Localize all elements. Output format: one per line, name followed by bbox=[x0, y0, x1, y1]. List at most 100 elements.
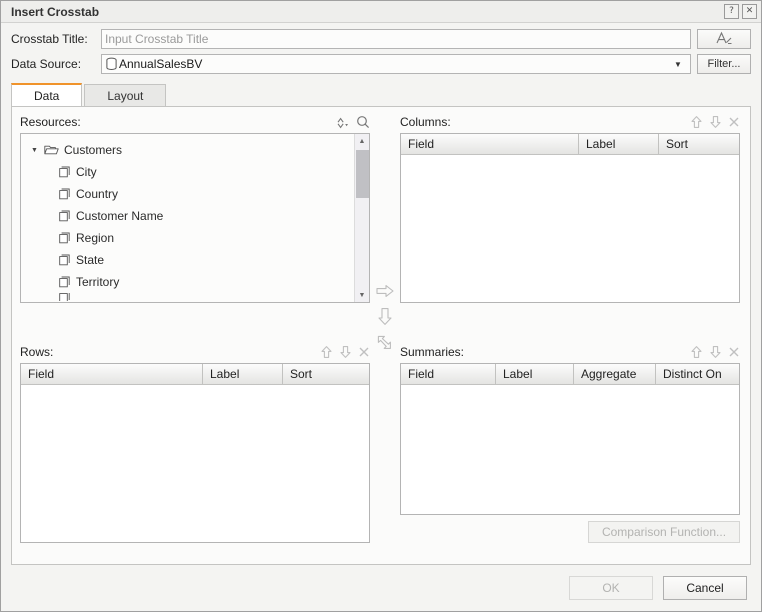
data-source-select[interactable]: AnnualSalesBV ▼ bbox=[101, 54, 691, 74]
rows-table-header: Field Label Sort bbox=[21, 364, 369, 385]
search-icon[interactable] bbox=[356, 115, 370, 129]
summaries-table-body[interactable] bbox=[401, 385, 739, 514]
form-area: Crosstab Title: Input Crosstab Title Dat… bbox=[1, 23, 761, 79]
dialog-footer: OK Cancel bbox=[1, 565, 761, 611]
resources-tree[interactable]: ▼ Customers bbox=[20, 133, 370, 303]
arrow-down-icon[interactable] bbox=[339, 345, 352, 359]
tree-node-label: Territory bbox=[76, 275, 119, 289]
summaries-panel: Summaries: bbox=[400, 343, 740, 543]
data-source-label: Data Source: bbox=[11, 57, 101, 71]
crosstab-title-placeholder: Input Crosstab Title bbox=[105, 32, 208, 46]
scroll-up-icon[interactable]: ▲ bbox=[355, 134, 370, 148]
ok-button[interactable]: OK bbox=[569, 576, 653, 600]
rows-header: Rows: bbox=[20, 343, 370, 361]
resources-panel: Resources: bbox=[20, 113, 370, 303]
resources-title: Resources: bbox=[20, 115, 333, 129]
tree-node-territory[interactable]: Territory bbox=[21, 271, 354, 293]
transfer-arrows-bottom bbox=[370, 303, 400, 343]
summaries-header-aggregate[interactable]: Aggregate bbox=[574, 364, 656, 385]
rows-table[interactable]: Field Label Sort bbox=[20, 363, 370, 543]
tab-data[interactable]: Data bbox=[11, 83, 82, 106]
rows-title: Rows: bbox=[20, 345, 320, 359]
rows-header-label[interactable]: Label bbox=[203, 364, 283, 385]
crosstab-title-input[interactable]: Input Crosstab Title bbox=[101, 29, 691, 49]
summaries-header-distinct-on[interactable]: Distinct On bbox=[656, 364, 739, 385]
rows-header-sort[interactable]: Sort bbox=[283, 364, 369, 385]
tree-node-label: Customer Name bbox=[76, 209, 163, 223]
summaries-header-field[interactable]: Field bbox=[401, 364, 496, 385]
field-icon bbox=[59, 276, 70, 288]
field-icon bbox=[59, 188, 70, 200]
rows-table-body[interactable] bbox=[21, 385, 369, 542]
filter-button[interactable]: Filter... bbox=[697, 54, 751, 74]
dialog-title: Insert Crosstab bbox=[11, 5, 721, 19]
scrollbar-thumb[interactable] bbox=[356, 150, 369, 198]
arrow-up-icon[interactable] bbox=[690, 345, 703, 359]
columns-header-field[interactable]: Field bbox=[401, 134, 579, 155]
font-style-icon bbox=[715, 31, 733, 48]
tree-node-customer-name[interactable]: Customer Name bbox=[21, 205, 354, 227]
tree-node-label: State bbox=[76, 253, 104, 267]
summaries-header: Summaries: bbox=[400, 343, 740, 361]
field-icon bbox=[59, 166, 70, 178]
rows-header-field[interactable]: Field bbox=[21, 364, 203, 385]
chevron-down-icon[interactable]: ▼ bbox=[669, 55, 687, 73]
arrow-down-icon[interactable] bbox=[709, 115, 722, 129]
columns-header-sort[interactable]: Sort bbox=[659, 134, 739, 155]
close-icon[interactable] bbox=[358, 346, 370, 358]
field-icon bbox=[59, 232, 70, 244]
summaries-table-header: Field Label Aggregate Distinct On bbox=[401, 364, 739, 385]
tree-node-label: Region bbox=[76, 231, 114, 245]
tree-node-city[interactable]: City bbox=[21, 161, 354, 183]
insert-crosstab-dialog: Insert Crosstab ? ✕ Crosstab Title: Inpu… bbox=[0, 0, 762, 612]
columns-header: Columns: bbox=[400, 113, 740, 131]
field-icon bbox=[59, 210, 70, 222]
tree-node-label: Country bbox=[76, 187, 118, 201]
columns-header-label[interactable]: Label bbox=[579, 134, 659, 155]
field-icon bbox=[59, 254, 70, 266]
summaries-table[interactable]: Field Label Aggregate Distinct On bbox=[400, 363, 740, 515]
scrollbar-track[interactable] bbox=[355, 148, 370, 288]
help-icon[interactable]: ? bbox=[724, 4, 739, 19]
tab-layout[interactable]: Layout bbox=[84, 84, 166, 106]
columns-table-body[interactable] bbox=[401, 155, 739, 302]
tab-strip: Data Layout bbox=[1, 79, 761, 106]
close-icon[interactable]: ✕ bbox=[742, 4, 757, 19]
title-bar: Insert Crosstab ? ✕ bbox=[1, 1, 761, 23]
close-icon[interactable] bbox=[728, 346, 740, 358]
summaries-header-label[interactable]: Label bbox=[496, 364, 574, 385]
arrow-up-icon[interactable] bbox=[690, 115, 703, 129]
cancel-button[interactable]: Cancel bbox=[663, 576, 747, 600]
sort-icon[interactable] bbox=[333, 116, 350, 129]
tree-node-customers[interactable]: ▼ Customers bbox=[21, 139, 354, 161]
columns-title: Columns: bbox=[400, 115, 690, 129]
comparison-function-button[interactable]: Comparison Function... bbox=[588, 521, 740, 543]
close-icon[interactable] bbox=[728, 116, 740, 128]
arrow-down-icon[interactable] bbox=[377, 307, 393, 326]
arrow-down-icon[interactable] bbox=[709, 345, 722, 359]
rows-panel: Rows: bbox=[20, 343, 370, 543]
resources-scrollbar[interactable]: ▲ ▼ bbox=[354, 134, 369, 302]
arrow-diagonal-icon[interactable] bbox=[376, 334, 394, 351]
tree-node-country[interactable]: Country bbox=[21, 183, 354, 205]
crosstab-title-row: Crosstab Title: Input Crosstab Title bbox=[11, 29, 751, 49]
transfer-arrows-top bbox=[370, 113, 400, 303]
tree-node-state[interactable]: State bbox=[21, 249, 354, 271]
scroll-down-icon[interactable]: ▼ bbox=[355, 288, 370, 302]
arrow-right-icon[interactable] bbox=[375, 283, 395, 299]
crosstab-title-label: Crosstab Title: bbox=[11, 32, 101, 46]
columns-table[interactable]: Field Label Sort bbox=[400, 133, 740, 303]
folder-icon bbox=[44, 144, 59, 156]
resources-header: Resources: bbox=[20, 113, 370, 131]
tree-node-region[interactable]: Region bbox=[21, 227, 354, 249]
columns-table-header: Field Label Sort bbox=[401, 134, 739, 155]
tree-node-label: Customers bbox=[64, 143, 122, 157]
summaries-title: Summaries: bbox=[400, 345, 690, 359]
chevron-expanded-icon[interactable]: ▼ bbox=[31, 147, 41, 154]
arrow-up-icon[interactable] bbox=[320, 345, 333, 359]
data-tab-panel: Resources: bbox=[11, 106, 751, 565]
resources-tree-list: ▼ Customers bbox=[21, 134, 354, 302]
font-style-button[interactable] bbox=[697, 29, 751, 49]
tree-node-partial[interactable] bbox=[21, 293, 354, 301]
data-source-value: AnnualSalesBV bbox=[119, 57, 202, 71]
